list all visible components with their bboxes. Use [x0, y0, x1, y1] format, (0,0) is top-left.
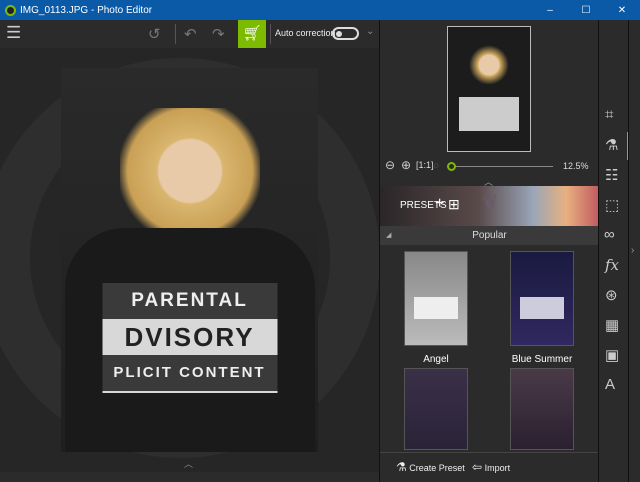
person-head: [119, 108, 260, 248]
preset-grid-button[interactable]: ⊞: [448, 196, 460, 213]
redo-icon[interactable]: ↷: [212, 25, 225, 43]
undo-icon[interactable]: ↶: [184, 25, 197, 43]
texture-icon[interactable]: ▦: [605, 316, 619, 334]
popular-label: Popular: [472, 230, 507, 241]
maximize-button[interactable]: ☐: [568, 5, 604, 16]
butterfly-icon: ❦: [482, 192, 499, 214]
zoom-in-icon[interactable]: ⊕: [401, 158, 411, 172]
import-button[interactable]: ⇦ Import: [472, 460, 510, 474]
preset-item[interactable]: [510, 368, 574, 450]
cart-icon: 🛒︎: [242, 25, 262, 42]
bottom-strip: [0, 472, 379, 482]
navigator-thumbnail[interactable]: [447, 26, 531, 152]
window-title: IMG_0113.JPG - Photo Editor: [20, 4, 153, 16]
presets-banner: PRESETS + ⊞ ❦: [380, 186, 599, 226]
preset-name: Blue Summer: [511, 354, 573, 365]
close-button[interactable]: ✕: [604, 5, 640, 16]
preset-angel[interactable]: Angel: [404, 251, 468, 371]
preset-name: Angel: [423, 354, 449, 365]
collapse-triangle-icon: ◢: [386, 232, 392, 239]
shirt-print: PARENTAL DVISORY PLICIT CONTENT: [102, 283, 277, 393]
zoom-fit-icon[interactable]: ⌕: [433, 158, 440, 173]
actual-size-button[interactable]: [1:1]: [416, 160, 434, 170]
import-icon: ⇦: [472, 460, 483, 474]
toolbar: ☰ ↺ ↶ ↷ 🛒︎ Auto correction ⌄: [0, 20, 379, 48]
zoom-out-icon[interactable]: ⊖: [385, 158, 395, 172]
expand-chevron-icon: ›: [631, 245, 635, 256]
text-icon[interactable]: A: [605, 376, 615, 393]
presets-footer: ⚗ Create Preset ⇦ Import: [380, 452, 599, 482]
side-expand-bar[interactable]: ›: [628, 20, 640, 482]
flask-icon: ⚗: [396, 460, 407, 474]
sliders-icon[interactable]: ☷: [605, 166, 618, 184]
undo-all-icon[interactable]: ↺: [148, 25, 161, 43]
divider: [175, 24, 176, 44]
zoom-slider-thumb[interactable]: [447, 162, 456, 171]
flask-icon[interactable]: ⚗: [605, 136, 618, 154]
title-bar: IMG_0113.JPG - Photo Editor – ☐ ✕: [0, 0, 640, 20]
crop-icon[interactable]: ⌗: [605, 106, 613, 123]
zoom-slider[interactable]: [447, 162, 553, 171]
auto-correction-dropdown[interactable]: ⌄: [366, 26, 374, 37]
app-icon: [5, 4, 16, 16]
color-circles-icon[interactable]: ⊛: [605, 286, 618, 304]
divider: [270, 24, 271, 44]
popular-section-header[interactable]: ◢ Popular: [380, 226, 599, 245]
tool-sidebar: ⌗ ⚗ ☷ ⬚ ∞ fx ⊛ ▦ ▣ A: [598, 20, 629, 482]
zoom-level: 12.5%: [563, 161, 589, 171]
preset-item[interactable]: [404, 368, 468, 450]
cart-button[interactable]: 🛒︎: [238, 20, 266, 48]
selection-icon[interactable]: ⬚: [605, 196, 619, 214]
frame-icon[interactable]: ▣: [605, 346, 619, 364]
menu-icon[interactable]: ☰: [6, 23, 21, 43]
auto-correction-label: Auto correction: [275, 28, 336, 38]
photo: PARENTAL DVISORY PLICIT CONTENT: [61, 68, 318, 452]
right-panel: ⊖ ⊕ [1:1] ⌕ 12.5% ︿ PRESETS + ⊞ ❦ ◢ Popu…: [379, 20, 599, 482]
fx-icon[interactable]: fx: [605, 256, 619, 274]
glasses-icon[interactable]: ∞: [604, 226, 615, 243]
create-preset-button[interactable]: ⚗ Create Preset: [396, 460, 465, 474]
add-preset-button[interactable]: +: [435, 195, 444, 213]
collapse-panel-icon[interactable]: ︿: [184, 458, 193, 470]
preset-blue-summer[interactable]: Blue Summer: [510, 251, 574, 371]
auto-correction-toggle[interactable]: [332, 27, 359, 40]
minimize-button[interactable]: –: [532, 5, 568, 16]
image-canvas[interactable]: PARENTAL DVISORY PLICIT CONTENT ︿: [0, 48, 379, 472]
